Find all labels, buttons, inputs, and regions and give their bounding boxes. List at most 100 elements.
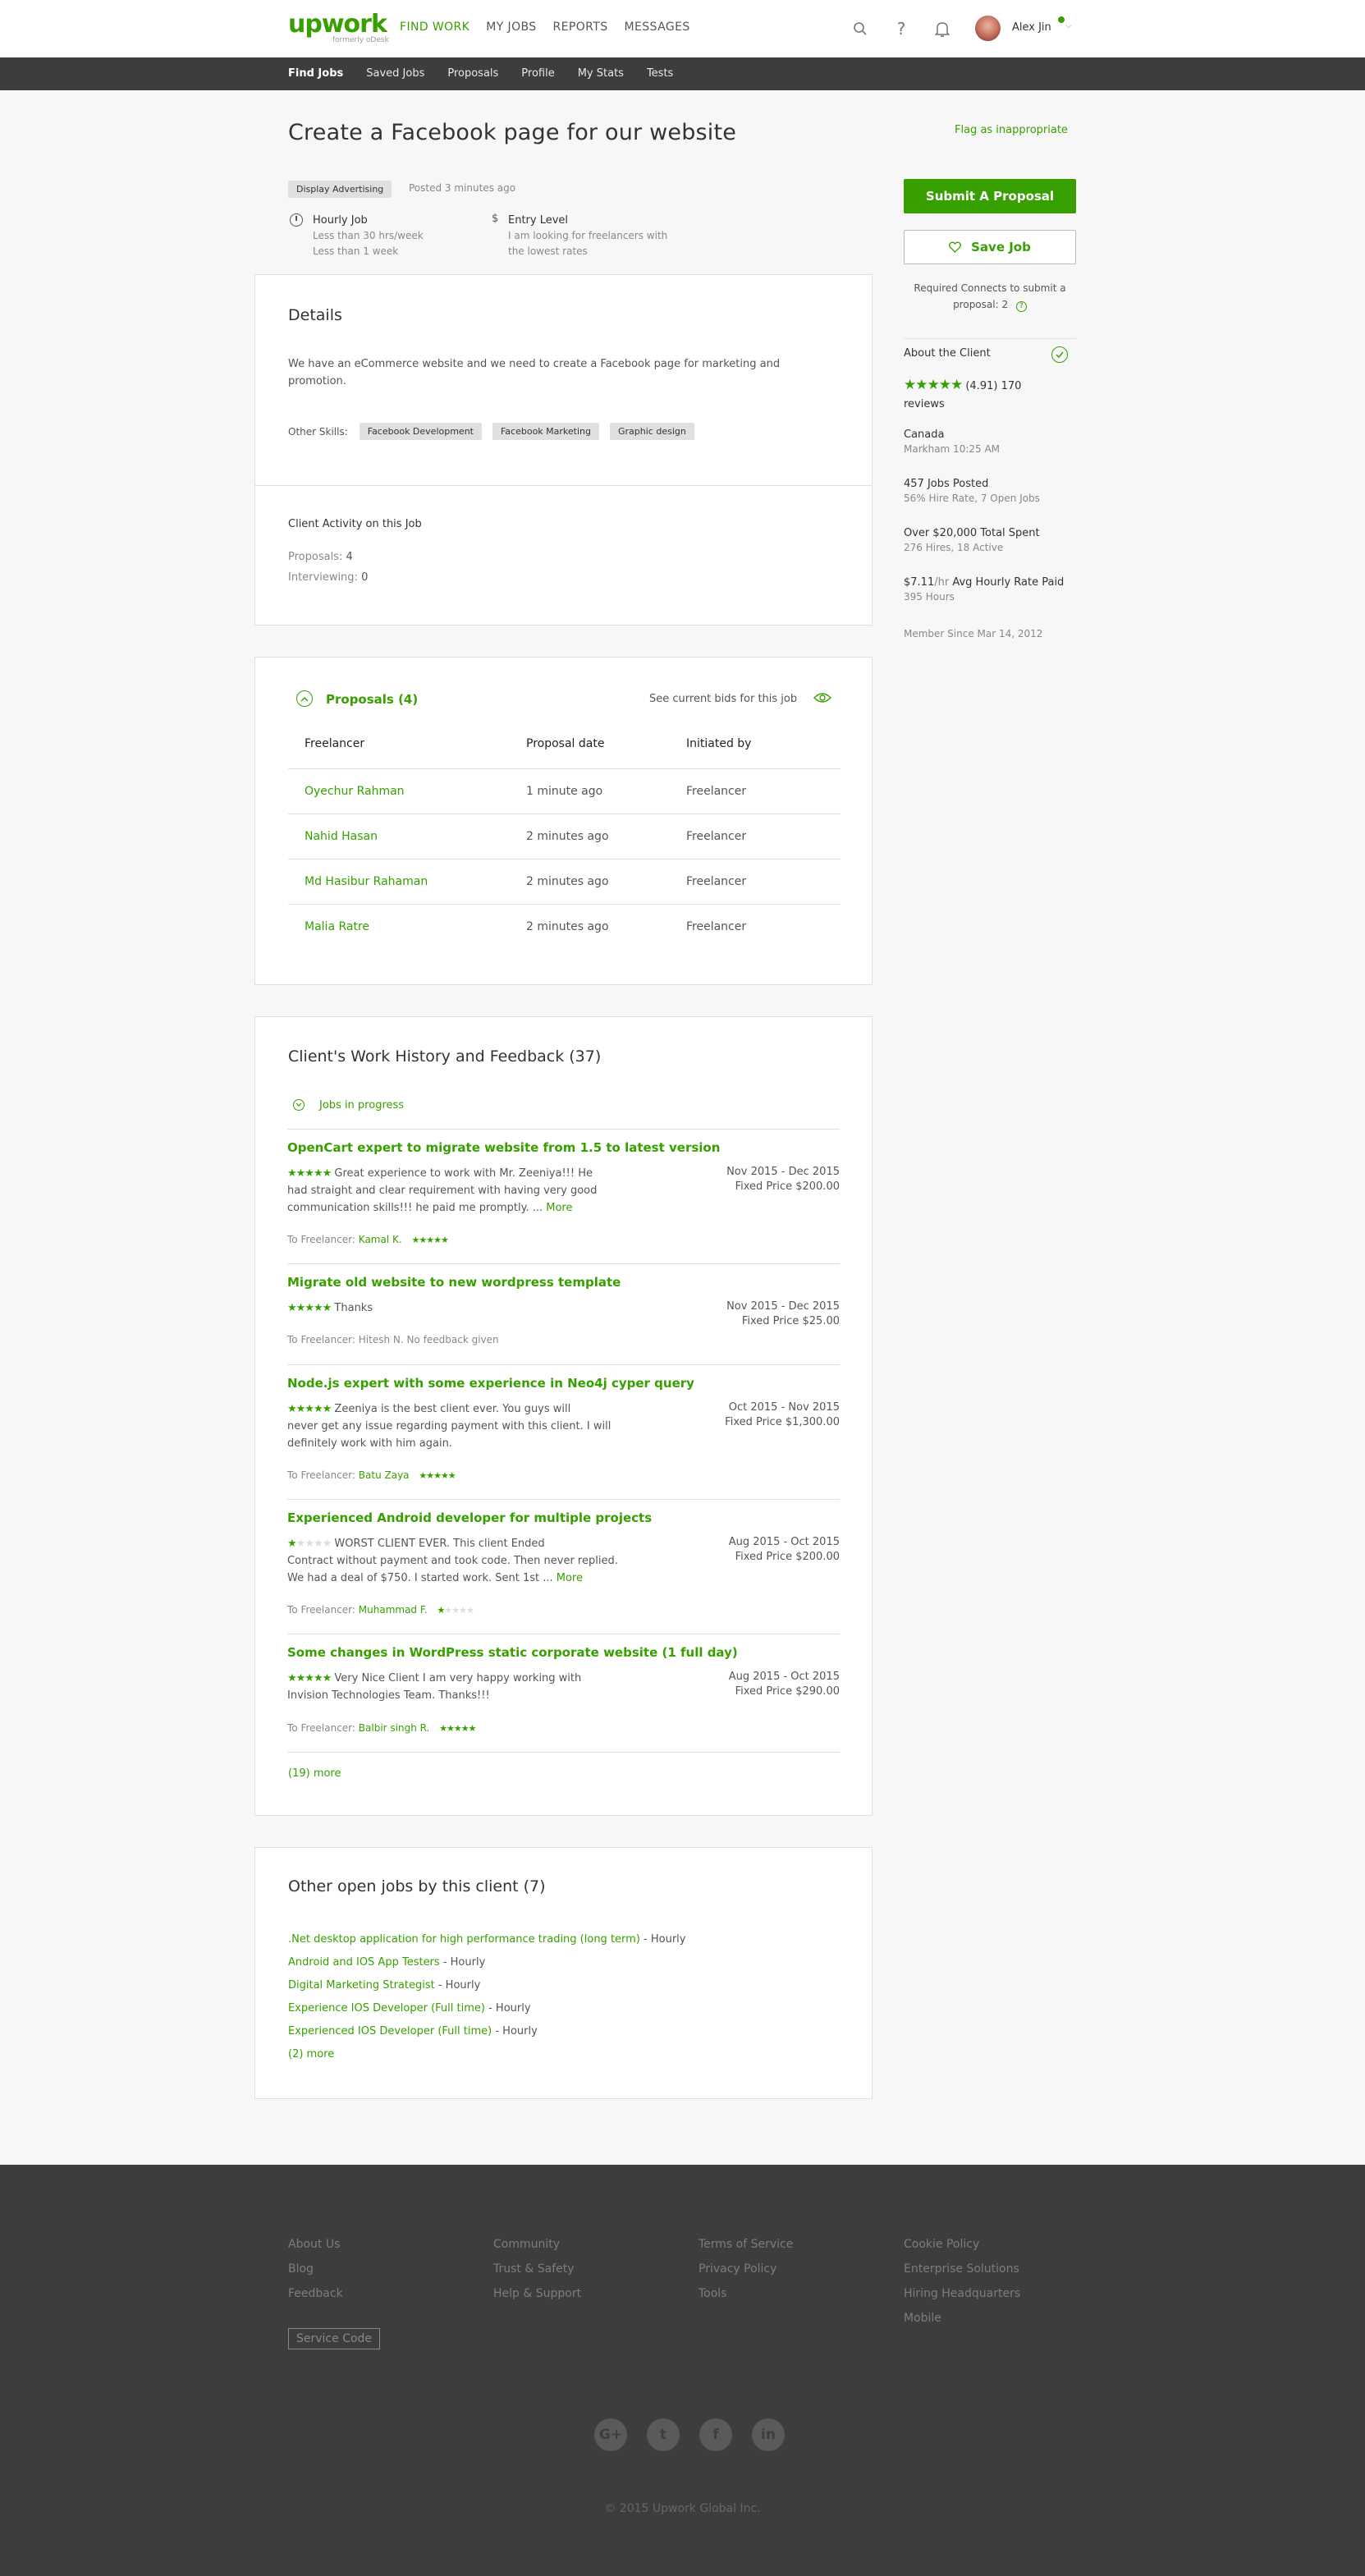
proposal-date: 2 minutes ago	[526, 829, 609, 843]
user-name[interactable]: Alex Jin	[1012, 21, 1051, 34]
eye-icon[interactable]	[813, 692, 831, 707]
proposals-toggle[interactable]: Proposals (4)	[326, 692, 418, 707]
history-job-title[interactable]: Experienced Android developer for multip…	[287, 1510, 652, 1525]
to-freelancer-label: To Freelancer:	[287, 1469, 355, 1481]
freelancer-link[interactable]: Malia Ratre	[305, 920, 369, 933]
page-title: Create a Facebook page for our website	[288, 120, 737, 145]
subnav-saved-jobs[interactable]: Saved Jobs	[366, 67, 424, 80]
freelancer-link[interactable]: Muhammad F.	[359, 1604, 428, 1616]
proposals-card: Proposals (4) See current bids for this …	[254, 657, 873, 985]
facebook-icon[interactable]: f	[699, 2418, 732, 2451]
skill-tag[interactable]: Graphic design	[610, 423, 694, 440]
avatar[interactable]	[975, 16, 1001, 41]
footer-link[interactable]: Blog	[288, 2257, 343, 2281]
about-client-heading: About the Client	[904, 347, 991, 360]
interviewing-count: Interviewing: 0	[288, 571, 368, 584]
verified-icon	[1051, 346, 1068, 363]
nav-messages[interactable]: MESSAGES	[625, 21, 690, 34]
jobs-posted-count: 457 Jobs Posted	[904, 478, 989, 490]
more-link[interactable]: More	[546, 1202, 572, 1214]
other-jobs-more-link[interactable]: (2) more	[288, 2048, 334, 2060]
footer-link[interactable]: Feedback	[288, 2281, 343, 2306]
freelancer-link[interactable]: Oyechur Rahman	[305, 785, 405, 798]
hire-rate: 56% Hire Rate, 7 Open Jobs	[904, 493, 1040, 504]
service-code-button[interactable]: Service Code	[288, 2328, 381, 2349]
subnav-tests[interactable]: Tests	[647, 67, 673, 80]
skill-tag[interactable]: Facebook Marketing	[492, 423, 599, 440]
category-badge[interactable]: Display Advertising	[288, 181, 392, 198]
freelancer-link[interactable]: Kamal K.	[359, 1234, 402, 1245]
description-line: We have an eCommerce website and we need…	[288, 358, 781, 370]
proposals-count-value: 4	[346, 551, 353, 563]
subnav-profile[interactable]: Profile	[521, 67, 554, 80]
job-type-suffix: - Hourly	[495, 2025, 538, 2037]
table-row: Malia Ratre 2 minutes ago Freelancer	[288, 904, 841, 949]
more-link[interactable]: More	[557, 1572, 583, 1584]
footer-link[interactable]: Enterprise Solutions	[904, 2257, 1020, 2281]
footer-link[interactable]: Mobile	[904, 2306, 1020, 2331]
other-job-link[interactable]: .Net desktop application for high perfor…	[288, 1933, 640, 1946]
connects-text-line: proposal: 2	[953, 299, 1009, 310]
freelancer-feedback: To Freelancer: Kamal K. ★★★★★	[287, 1234, 449, 1245]
freelancer-link[interactable]: Batu Zaya	[359, 1469, 410, 1481]
other-job-link[interactable]: Experienced IOS Developer (Full time)	[288, 2025, 492, 2037]
nav-find-work[interactable]: FIND WORK	[400, 21, 470, 34]
see-bids-link[interactable]: See current bids for this job	[649, 693, 797, 705]
history-job-title[interactable]: OpenCart expert to migrate website from …	[287, 1140, 720, 1155]
help-icon[interactable]: ?	[889, 16, 914, 41]
freelancer-rating-stars: ★★★★★	[419, 1470, 456, 1481]
search-icon[interactable]	[848, 16, 873, 41]
footer-link[interactable]: About Us	[288, 2232, 343, 2257]
details-heading: Details	[288, 306, 342, 324]
freelancer-link[interactable]: Balbir singh R.	[359, 1722, 430, 1734]
jobs-in-progress-link[interactable]: Jobs in progress	[319, 1099, 404, 1112]
history-job-title[interactable]: Migrate old website to new wordpress tem…	[287, 1275, 621, 1290]
linkedin-icon[interactable]: in	[752, 2418, 785, 2451]
subnav-proposals[interactable]: Proposals	[447, 67, 498, 80]
history-job-title[interactable]: Some changes in WordPress static corpora…	[287, 1645, 738, 1660]
history-more-link[interactable]: (19) more	[288, 1767, 341, 1780]
save-job-button[interactable]: Save Job	[904, 230, 1076, 264]
freelancer-link[interactable]: Nahid Hasan	[305, 830, 378, 843]
submit-proposal-button[interactable]: Submit A Proposal	[904, 179, 1076, 213]
history-job-title[interactable]: Node.js expert with some experience in N…	[287, 1376, 694, 1391]
bell-icon[interactable]	[930, 16, 955, 41]
footer-link[interactable]: Hiring Headquarters	[904, 2281, 1020, 2306]
logo-subtitle: formerly oDesk	[332, 36, 389, 44]
rating-stars: ★★★★★	[287, 1167, 332, 1180]
footer-link[interactable]: Privacy Policy	[699, 2257, 793, 2281]
job-type-suffix: - Hourly	[437, 1979, 481, 1992]
nav-my-jobs[interactable]: MY JOBS	[486, 21, 536, 34]
footer-link[interactable]: Terms of Service	[699, 2232, 793, 2257]
table-row: Md Hasibur Rahaman 2 minutes ago Freelan…	[288, 859, 841, 904]
subnav-find-jobs[interactable]: Find Jobs	[288, 67, 343, 80]
other-job-link[interactable]: Android and IOS App Testers	[288, 1956, 440, 1969]
subnav-my-stats[interactable]: My Stats	[578, 67, 624, 80]
chevron-down-icon[interactable]: ⌵	[1065, 21, 1072, 30]
other-job-link[interactable]: Experience IOS Developer (Full time)	[288, 2002, 485, 2015]
google-plus-icon[interactable]: G+	[594, 2418, 627, 2451]
skills-row: Other Skills: Facebook Development Faceb…	[288, 423, 705, 440]
flag-inappropriate-link[interactable]: Flag as inappropriate	[955, 124, 1068, 136]
upwork-logo[interactable]: upwork formerly oDesk	[288, 11, 389, 45]
collapse-icon[interactable]	[293, 1099, 305, 1111]
footer-link[interactable]: Community	[493, 2232, 581, 2257]
footer-link[interactable]: Help & Support	[493, 2281, 581, 2306]
job-dates: Nov 2015 - Dec 2015	[726, 1166, 840, 1178]
freelancer-link[interactable]: Md Hasibur Rahaman	[305, 875, 428, 888]
other-job-link[interactable]: Digital Marketing Strategist	[288, 1979, 435, 1992]
skill-tag[interactable]: Facebook Development	[359, 423, 482, 440]
footer-link[interactable]: Trust & Safety	[493, 2257, 581, 2281]
connects-text-line: Required Connects to submit a	[914, 282, 1066, 294]
footer-link[interactable]: Cookie Policy	[904, 2232, 1020, 2257]
history-item: Experienced Android developer for multip…	[287, 1510, 840, 1634]
member-since: Member Since Mar 14, 2012	[904, 628, 1043, 639]
chevron-up-icon[interactable]	[296, 690, 313, 707]
footer-link[interactable]: Tools	[699, 2281, 793, 2306]
nav-reports[interactable]: REPORTS	[553, 21, 608, 34]
twitter-icon[interactable]: t	[647, 2418, 680, 2451]
total-spent: Over $20,000 Total Spent	[904, 527, 1040, 539]
question-icon[interactable]: ?	[1015, 301, 1027, 312]
required-connects: Required Connects to submit a proposal: …	[904, 280, 1076, 313]
job-description: We have an eCommerce website and we need…	[288, 355, 780, 390]
